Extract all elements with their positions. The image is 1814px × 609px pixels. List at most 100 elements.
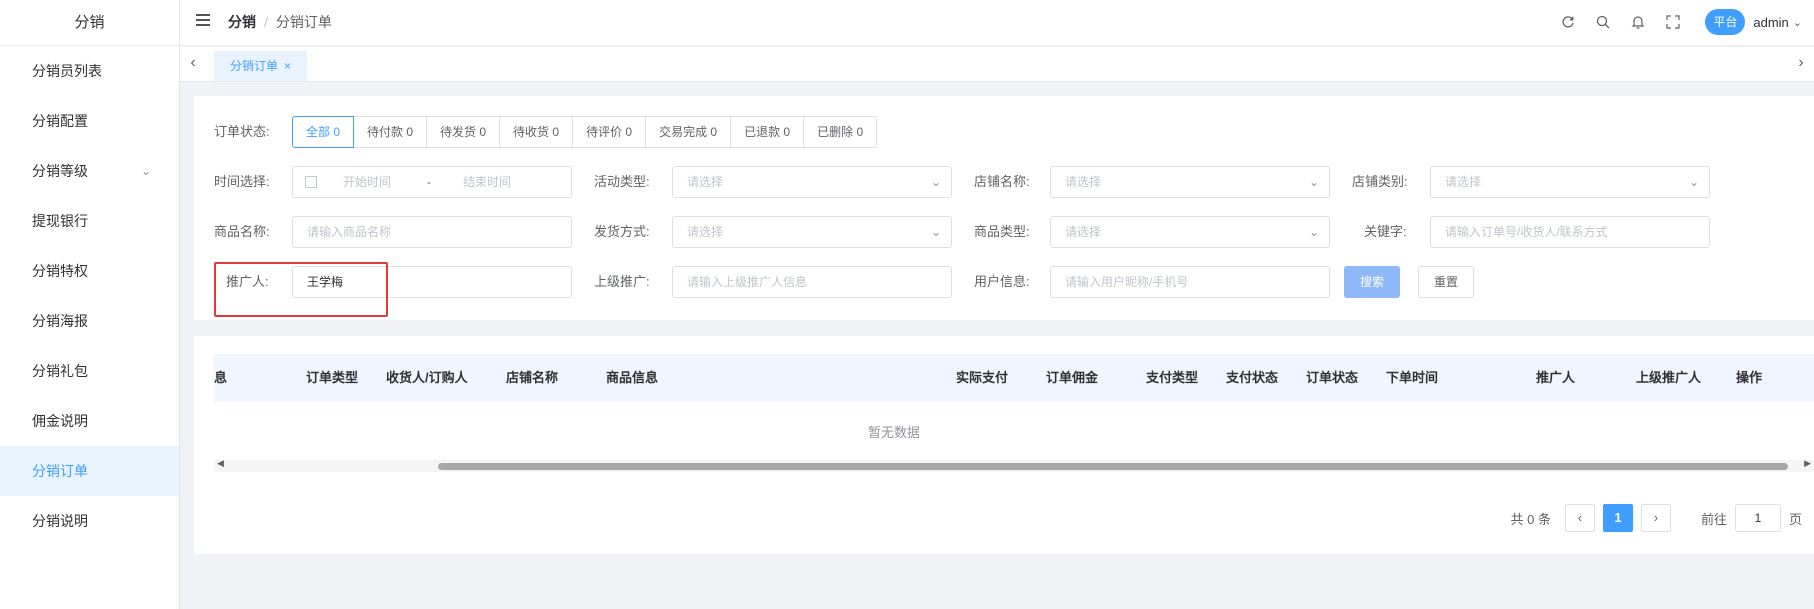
tab-label: 分销订单: [230, 59, 279, 73]
total-count: 共 0 条: [1510, 511, 1551, 527]
filter-panel: 订单状态: 全部 0 待付款 0 待发货 0 待收货 0 待评价 0 交易完成 …: [194, 96, 1814, 320]
sidebar-item-label: 分销员列表: [32, 63, 102, 79]
sidebar-item-commission-info[interactable]: 佣金说明: [0, 396, 179, 446]
sidebar-item-label: 分销礼包: [32, 363, 88, 379]
reset-button[interactable]: 重置: [1418, 266, 1474, 298]
sidebar-item-distribution-level[interactable]: 分销等级 ⌄: [0, 146, 179, 196]
sidebar-item-label: 分销海报: [32, 313, 88, 329]
superior-promoter-label: 上级推广:: [594, 274, 650, 289]
status-all-button[interactable]: 全部 0: [292, 116, 355, 148]
chevron-down-icon: ⌄: [140, 164, 151, 178]
column-header: 商品信息: [606, 370, 659, 385]
sidebar-item-label: 分销配置: [32, 113, 88, 129]
top-header: 分销 / 分销订单 平台 admin ⌄: [180, 0, 1814, 46]
sidebar-item-gift-pack[interactable]: 分销礼包: [0, 346, 179, 396]
status-pending-review-button[interactable]: 待评价 0: [572, 116, 647, 148]
user-info-input[interactable]: 请输入用户昵称/手机号: [1050, 266, 1330, 298]
status-deleted-button[interactable]: 已删除 0: [803, 116, 878, 148]
sidebar-item-distribution-orders[interactable]: 分销订单: [0, 446, 179, 496]
product-type-select[interactable]: 请选择 ⌄: [1050, 216, 1330, 248]
activity-type-label: 活动类型:: [594, 174, 650, 189]
product-name-input[interactable]: 请输入商品名称: [292, 216, 572, 248]
goto-page-input[interactable]: 1: [1734, 504, 1781, 532]
time-label: 时间选择:: [214, 174, 270, 189]
column-header: 上级推广人: [1636, 370, 1702, 385]
sidebar-item-distribution-config[interactable]: 分销配置: [0, 96, 179, 146]
superior-promoter-input[interactable]: 请输入上级推广人信息: [672, 266, 952, 298]
shop-name-select[interactable]: 请选择 ⌄: [1050, 166, 1330, 198]
sidebar-item-privileges[interactable]: 分销特权: [0, 246, 179, 296]
select-placeholder: 请选择: [687, 225, 724, 239]
empty-state-text: 暂无数据: [867, 425, 920, 440]
breadcrumb-root[interactable]: 分销: [228, 14, 256, 30]
chevron-down-icon[interactable]: ⌄: [1793, 16, 1802, 29]
column-header: 下单时间: [1386, 370, 1439, 385]
search-button[interactable]: 搜索: [1344, 266, 1400, 298]
sidebar-title: 分销: [0, 0, 179, 46]
keyword-input[interactable]: 请输入订单号/收货人/联系方式: [1430, 216, 1710, 248]
header-actions: 平台 admin ⌄: [1541, 0, 1802, 44]
goto-label: 前往: [1700, 511, 1727, 527]
sidebar-item-distribution-info[interactable]: 分销说明: [0, 496, 179, 546]
search-icon[interactable]: [1595, 14, 1611, 30]
keyword-label: 关键字:: [1364, 224, 1407, 239]
tabs-scroll-right-icon[interactable]: ›: [1788, 47, 1814, 81]
select-placeholder: 请选择: [1065, 175, 1102, 189]
next-page-button[interactable]: ›: [1640, 504, 1671, 532]
page-number-button[interactable]: 1: [1602, 504, 1633, 532]
chevron-down-icon: ⌄: [930, 225, 941, 239]
tab-distribution-orders[interactable]: 分销订单 ×: [214, 51, 308, 81]
close-icon[interactable]: ×: [284, 59, 291, 73]
promoter-input[interactable]: 王学梅: [292, 266, 572, 298]
sidebar-item-label: 分销特权: [32, 263, 88, 279]
status-pending-payment-button[interactable]: 待付款 0: [353, 116, 428, 148]
column-header: 实际支付: [956, 370, 1009, 385]
chevron-down-icon: ⌄: [1308, 175, 1319, 189]
column-header: 支付状态: [1226, 370, 1279, 385]
delivery-method-select[interactable]: 请选择 ⌄: [672, 216, 952, 248]
sidebar-item-label: 分销说明: [32, 513, 88, 529]
promoter-label: 推广人:: [226, 274, 269, 289]
column-header: 推广人: [1536, 370, 1576, 385]
refresh-icon[interactable]: [1560, 14, 1576, 30]
bell-icon[interactable]: [1630, 14, 1646, 30]
order-status-label: 订单状态:: [214, 124, 270, 139]
sidebar: 分销 分销员列表 分销配置 分销等级 ⌄ 提现银行 分销特权 分销海报 分销礼包 …: [0, 0, 180, 609]
shop-category-select[interactable]: 请选择 ⌄: [1430, 166, 1710, 198]
status-completed-button[interactable]: 交易完成 0: [645, 116, 732, 148]
activity-type-select[interactable]: 请选择 ⌄: [672, 166, 952, 198]
chevron-down-icon: ⌄: [930, 175, 941, 189]
status-pending-shipment-button[interactable]: 待发货 0: [426, 116, 501, 148]
fullscreen-icon[interactable]: [1665, 14, 1681, 30]
pagination: 共 0 条 ‹ 1 › 前往 1 页: [1511, 504, 1814, 532]
sidebar-item-label: 佣金说明: [32, 413, 88, 429]
column-header: 店铺名称: [506, 370, 559, 385]
breadcrumb: 分销 / 分销订单: [228, 0, 332, 44]
tabs-scroll-left-icon[interactable]: ‹: [180, 47, 206, 81]
horizontal-scrollbar[interactable]: ◀ ▶: [214, 458, 1814, 472]
sidebar-item-distributor-list[interactable]: 分销员列表: [0, 46, 179, 96]
scroll-left-icon[interactable]: ◀: [217, 458, 224, 469]
select-placeholder: 请选择: [1065, 225, 1102, 239]
chevron-down-icon: ⌄: [1688, 175, 1699, 189]
select-placeholder: 请选择: [687, 175, 724, 189]
user-name[interactable]: admin: [1753, 15, 1788, 30]
avatar[interactable]: 平台: [1705, 9, 1746, 35]
sidebar-item-label: 提现银行: [32, 213, 88, 229]
sidebar-item-withdraw-bank[interactable]: 提现银行: [0, 196, 179, 246]
input-value: 王学梅: [307, 275, 344, 289]
scrollbar-thumb[interactable]: [438, 463, 1788, 470]
date-range-picker[interactable]: 开始时间 - 结束时间: [292, 166, 572, 198]
input-placeholder: 请输入用户昵称/手机号: [1065, 275, 1189, 289]
page-unit-label: 页: [1788, 511, 1802, 527]
sidebar-item-poster[interactable]: 分销海报: [0, 296, 179, 346]
prev-page-button[interactable]: ‹: [1564, 504, 1595, 532]
menu-toggle-icon[interactable]: [196, 14, 210, 28]
delivery-method-label: 发货方式:: [594, 224, 650, 239]
status-refunded-button[interactable]: 已退款 0: [730, 116, 805, 148]
status-pending-receipt-button[interactable]: 待收货 0: [499, 116, 574, 148]
scroll-right-icon[interactable]: ▶: [1804, 458, 1811, 469]
input-placeholder: 请输入商品名称: [307, 225, 392, 239]
user-info-label: 用户信息:: [974, 274, 1030, 289]
table-header: 息 订单类型 收货人/订购人 店铺名称 商品信息 实际支付 订单佣金 支付类型 …: [214, 354, 1814, 402]
